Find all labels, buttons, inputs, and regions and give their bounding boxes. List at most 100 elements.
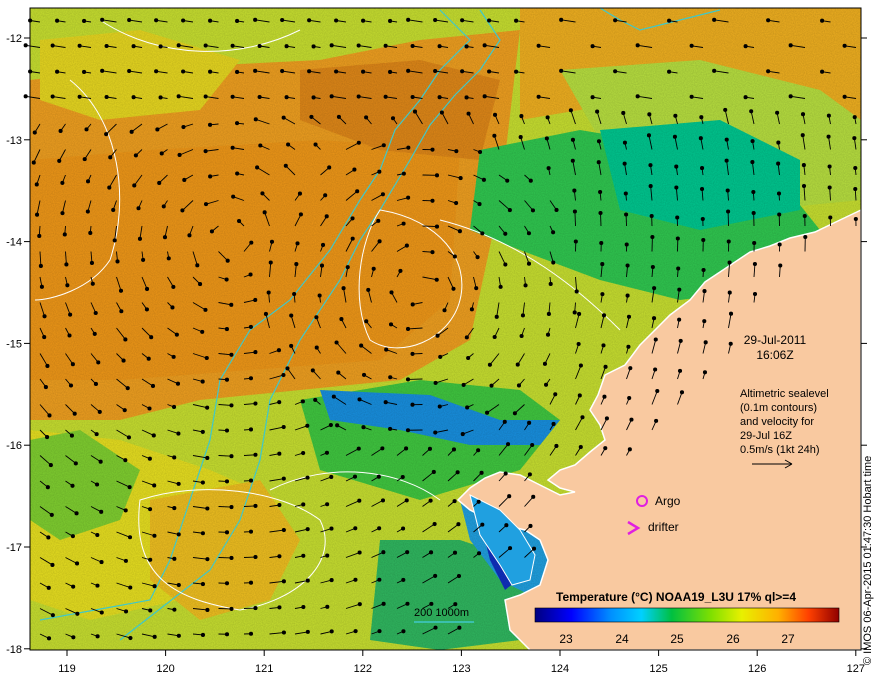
y-tick-label: -16 <box>6 440 22 452</box>
velocity-arrowhead <box>406 68 411 73</box>
velocity-arrowhead <box>75 611 80 616</box>
velocity-arrowhead <box>475 255 480 260</box>
velocity-arrowhead <box>376 218 381 223</box>
velocity-arrowhead <box>122 408 127 413</box>
velocity-arrowhead <box>429 601 434 606</box>
velocity-arrowhead <box>317 293 322 298</box>
velocity-arrowhead <box>728 311 734 316</box>
x-tick-label: 126 <box>748 663 766 675</box>
velocity-arrowhead <box>673 113 678 118</box>
velocity-arrowhead <box>253 297 258 303</box>
velocity-arrowhead <box>751 210 756 216</box>
velocity-arrowhead <box>577 393 582 398</box>
velocity-arrowhead <box>266 290 271 295</box>
velocity-arrowhead <box>519 114 524 119</box>
velocity-arrowhead <box>675 236 680 241</box>
velocity-arrowhead <box>727 260 732 265</box>
velocity-arrowhead <box>578 444 583 450</box>
velocity-arrowhead <box>487 18 492 23</box>
velocity-arrowhead <box>573 239 578 244</box>
velocity-arrowhead <box>712 68 717 73</box>
info-line-3: and velocity for <box>740 416 814 428</box>
x-axis: 119 120 121 122 123 124 125 126 127 <box>58 650 865 675</box>
velocity-arrowhead <box>294 262 299 267</box>
velocity-arrowhead <box>200 632 206 637</box>
velocity-arrowhead <box>460 69 465 74</box>
velocity-arrowhead <box>345 265 350 270</box>
velocity-arrowhead <box>85 179 91 184</box>
velocity-arrowhead <box>474 286 479 291</box>
velocity-arrowhead <box>248 427 254 432</box>
velocity-arrowhead <box>125 386 130 391</box>
velocity-arrowhead <box>286 142 291 147</box>
velocity-arrowhead <box>104 94 109 100</box>
velocity-arrowhead <box>626 344 631 349</box>
velocity-arrowhead <box>70 483 75 488</box>
velocity-arrowhead <box>603 364 608 369</box>
velocity-arrowhead <box>277 451 282 456</box>
velocity-arrowhead <box>43 385 48 390</box>
velocity-arrowhead <box>649 213 654 219</box>
velocity-arrowhead <box>703 340 708 345</box>
argo-label: Argo <box>655 494 681 508</box>
velocity-arrowhead <box>381 601 386 606</box>
velocity-arrowhead <box>434 173 440 178</box>
velocity-arrowhead <box>646 133 652 138</box>
velocity-arrowhead <box>284 95 289 100</box>
velocity-arrowhead <box>700 216 705 222</box>
velocity-arrowhead <box>32 130 37 135</box>
velocity-arrowhead <box>67 333 72 338</box>
velocity-arrowhead <box>404 243 409 248</box>
velocity-arrowhead <box>124 609 129 614</box>
velocity-arrowhead <box>157 180 162 186</box>
velocity-arrowhead <box>383 43 388 48</box>
velocity-arrowhead <box>514 18 519 23</box>
velocity-arrowhead <box>45 435 50 440</box>
velocity-arrowhead <box>253 117 258 122</box>
velocity-arrowhead <box>430 250 435 255</box>
x-tick-label: 125 <box>649 663 667 675</box>
velocity-arrowhead <box>469 307 474 312</box>
velocity-arrowhead <box>229 454 234 459</box>
info-line-4: 29-Jul 16Z <box>740 430 792 442</box>
velocity-arrowhead <box>689 94 694 99</box>
x-tick-label: 119 <box>58 663 76 675</box>
velocity-arrowhead <box>405 550 410 555</box>
velocity-arrowhead <box>361 18 366 23</box>
y-tick-label: -14 <box>6 237 22 249</box>
velocity-arrowhead <box>281 476 286 481</box>
velocity-arrowhead <box>479 470 484 475</box>
velocity-arrowhead <box>305 475 310 480</box>
velocity-arrowhead <box>277 605 282 610</box>
velocity-arrowhead <box>428 498 433 503</box>
velocity-arrowhead <box>456 573 462 579</box>
velocity-arrowhead <box>152 584 157 589</box>
velocity-arrowhead <box>99 610 104 615</box>
velocity-arrowhead <box>46 585 51 590</box>
velocity-arrowhead <box>68 312 73 317</box>
velocity-arrowhead <box>852 115 857 120</box>
velocity-arrowhead <box>457 625 462 630</box>
velocity-arrowhead <box>253 452 258 457</box>
velocity-arrowhead <box>519 333 524 339</box>
velocity-arrowhead <box>568 108 573 113</box>
velocity-arrowhead <box>518 135 523 140</box>
velocity-arrowhead <box>494 314 499 319</box>
velocity-arrowhead <box>648 163 653 168</box>
velocity-arrowhead <box>480 522 485 527</box>
velocity-arrowhead <box>200 429 205 434</box>
velocity-arrowhead <box>314 345 319 350</box>
velocity-arrowhead <box>627 395 632 401</box>
velocity-arrowhead <box>766 18 771 23</box>
velocity-arrowhead <box>635 43 640 48</box>
velocity-arrowhead <box>376 474 381 479</box>
velocity-arrowhead <box>359 343 364 348</box>
velocity-arrowhead <box>305 629 310 634</box>
velocity-arrowhead <box>400 474 405 480</box>
velocity-arrowhead <box>388 69 393 75</box>
velocity-arrowhead <box>750 160 755 165</box>
velocity-arrowhead <box>71 584 76 589</box>
velocity-arrowhead <box>679 390 685 395</box>
velocity-arrowhead <box>702 289 707 294</box>
velocity-arrowhead <box>361 425 366 430</box>
